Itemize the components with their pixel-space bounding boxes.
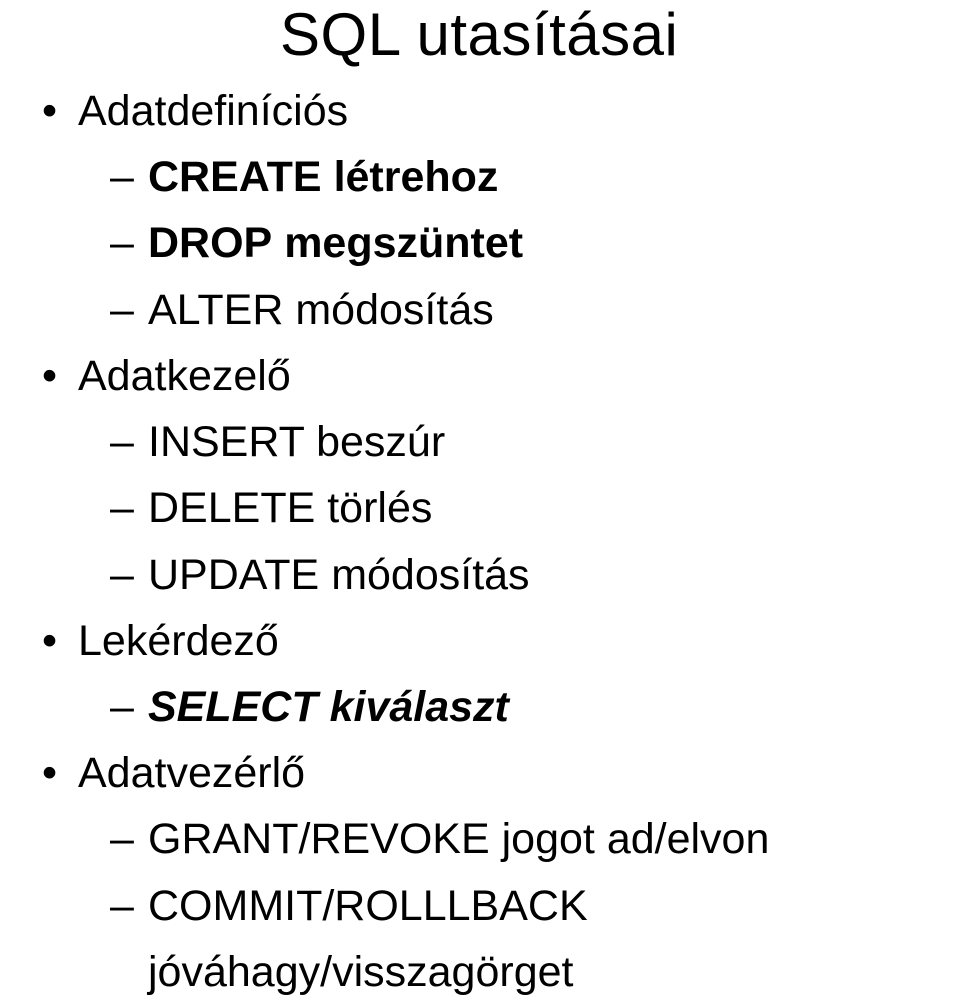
list-item: DROP megszüntet: [30, 210, 960, 276]
command-desc: megszüntet: [284, 219, 523, 267]
list-item: UPDATE módosítás: [30, 542, 960, 608]
command-desc: jogot ad/elvon: [502, 815, 770, 863]
command-name: DROP: [148, 219, 272, 267]
list-item: SELECT kiválaszt: [30, 674, 960, 740]
list-item: GRANT/REVOKE jogot ad/elvon: [30, 806, 960, 872]
command-name: COMMIT/ROLLLBACK: [148, 882, 588, 930]
list-item: COMMIT/ROLLLBACK jóváhagy/visszagörget: [30, 873, 960, 1005]
section-heading: Adatvezérlő: [30, 740, 960, 806]
command-name: GRANT/REVOKE: [148, 815, 490, 863]
section-heading: Lekérdező: [30, 608, 960, 674]
slide-content: Adatdefiníciós CREATE létrehoz DROP megs…: [30, 78, 960, 1005]
command-desc: törlés: [327, 484, 432, 532]
command-desc: jóváhagy/visszagörget: [148, 948, 573, 996]
command-desc: módosítás: [295, 286, 493, 334]
command-name: ALTER: [148, 286, 283, 334]
command-name: UPDATE: [148, 551, 319, 599]
slide-title: SQL utasításai: [280, 0, 678, 69]
section-heading: Adatkezelő: [30, 343, 960, 409]
list-item: CREATE létrehoz: [30, 144, 960, 210]
list-item: ALTER módosítás: [30, 277, 960, 343]
command-name: SELECT: [148, 683, 318, 731]
command-desc: létrehoz: [334, 153, 499, 201]
list-item: INSERT beszúr: [30, 409, 960, 475]
command-name: INSERT: [148, 418, 304, 466]
list-item: DELETE törlés: [30, 475, 960, 541]
command-desc: módosítás: [331, 551, 529, 599]
section-heading: Adatdefiníciós: [30, 78, 960, 144]
command-desc: beszúr: [316, 418, 445, 466]
command-desc: kiválaszt: [330, 683, 509, 731]
command-name: CREATE: [148, 153, 322, 201]
command-name: DELETE: [148, 484, 315, 532]
